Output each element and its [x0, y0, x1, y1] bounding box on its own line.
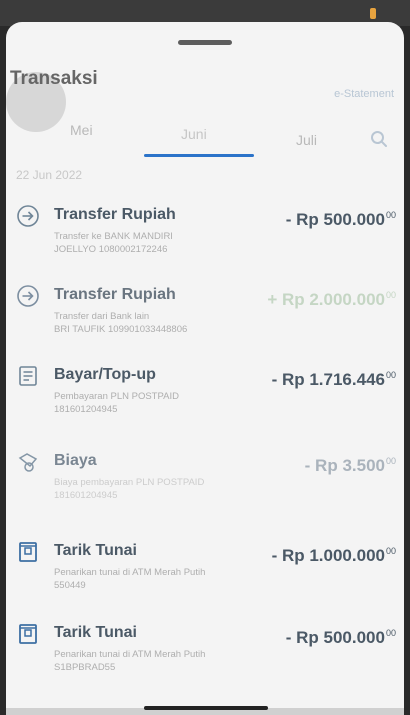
tab-indicator [144, 154, 254, 157]
search-icon[interactable] [370, 130, 388, 148]
amount-value: - Rp 500.000 [285, 210, 385, 229]
page-title: Transaksi [10, 68, 98, 89]
atm-icon [19, 624, 37, 644]
transaction-amount: - Rp 500.00000 [286, 628, 396, 648]
transaction-item[interactable]: Bayar/Top-up Pembayaran PLN POSTPAID 181… [6, 364, 404, 434]
transaction-description: Transfer ke BANK MANDIRI JOELLYO 1080002… [54, 230, 274, 256]
description-line: BRI TAUFIK 109901033448806 [54, 324, 188, 335]
transaction-description: Transfer dari Bank lain BRI TAUFIK 10990… [54, 310, 274, 336]
bill-icon [19, 366, 37, 386]
amount-cents: 00 [385, 370, 396, 380]
amount-value: - Rp 1.000.000 [271, 546, 385, 565]
transaction-description: Penarikan tunai di ATM Merah Putih 55044… [54, 566, 274, 592]
fee-icon [18, 453, 38, 472]
transaction-item[interactable]: Transfer Rupiah Transfer ke BANK MANDIRI… [6, 204, 404, 274]
transfer-icon [17, 285, 39, 307]
amount-cents: 00 [385, 546, 396, 556]
description-line: Pembayaran PLN POSTPAID [54, 391, 179, 402]
atm-icon [19, 542, 37, 562]
description-line: Biaya pembayaran PLN POSTPAID [54, 477, 205, 488]
transaction-amount: - Rp 500.00000 [286, 210, 396, 230]
transaction-item[interactable]: Tarik Tunai Penarikan tunai di ATM Merah… [6, 622, 404, 692]
tab-mei[interactable]: Mei [70, 122, 93, 138]
amount-cents: 00 [385, 456, 396, 466]
transfer-icon [17, 205, 39, 227]
transaction-title: Bayar/Top-up [54, 366, 156, 383]
transaction-item[interactable]: Tarik Tunai Penarikan tunai di ATM Merah… [6, 540, 404, 610]
transaction-sheet: Transaksi e-Statement Mei Juni Juli 22 J… [6, 22, 404, 715]
header: Transaksi e-Statement [6, 64, 404, 100]
transaction-amount: + Rp 2.000.00000 [267, 290, 396, 310]
transaction-description: Pembayaran PLN POSTPAID 181601204945 [54, 390, 274, 416]
amount-cents: 00 [385, 628, 396, 638]
description-line: S1BPBRAD55 [54, 662, 116, 673]
amount-value: - Rp 1.716.446 [271, 370, 385, 389]
amount-cents: 00 [385, 290, 396, 300]
transaction-title: Transfer Rupiah [54, 286, 176, 303]
transaction-description: Penarikan tunai di ATM Merah Putih S1BPB… [54, 648, 274, 674]
transaction-amount: - Rp 1.000.00000 [272, 546, 396, 566]
description-line: Penarikan tunai di ATM Merah Putih [54, 567, 206, 578]
drag-handle[interactable] [178, 40, 232, 45]
transaction-description: Biaya pembayaran PLN POSTPAID 1816012049… [54, 476, 274, 502]
month-tabs: Mei Juni Juli [6, 122, 404, 158]
status-indicator [370, 8, 376, 19]
description-line: JOELLYO 1080002172246 [54, 244, 168, 255]
transaction-title: Tarik Tunai [54, 542, 137, 559]
tab-juli[interactable]: Juli [296, 132, 317, 148]
amount-value: - Rp 3.500 [304, 456, 385, 475]
amount-value: - Rp 500.000 [285, 628, 385, 647]
description-line: 550449 [54, 580, 86, 591]
transaction-item[interactable]: Biaya Biaya pembayaran PLN POSTPAID 1816… [6, 450, 404, 520]
transaction-title: Biaya [54, 452, 97, 469]
transaction-title: Tarik Tunai [54, 624, 137, 641]
tab-juni[interactable]: Juni [181, 126, 207, 142]
description-line: Transfer dari Bank lain [54, 311, 150, 322]
e-statement-link[interactable]: e-Statement [334, 88, 394, 100]
transaction-amount: - Rp 3.50000 [305, 456, 396, 476]
transaction-amount: - Rp 1.716.44600 [272, 370, 396, 390]
amount-cents: 00 [385, 210, 396, 220]
transaction-item[interactable]: Transfer Rupiah Transfer dari Bank lain … [6, 284, 404, 354]
home-indicator[interactable] [144, 706, 268, 710]
transaction-title: Transfer Rupiah [54, 206, 176, 223]
description-line: 181601204945 [54, 404, 118, 415]
amount-value: + Rp 2.000.000 [267, 290, 385, 309]
description-line: Penarikan tunai di ATM Merah Putih [54, 649, 206, 660]
date-header: 22 Jun 2022 [16, 168, 83, 182]
description-line: Transfer ke BANK MANDIRI [54, 231, 173, 242]
description-line: 181601204945 [54, 490, 118, 501]
